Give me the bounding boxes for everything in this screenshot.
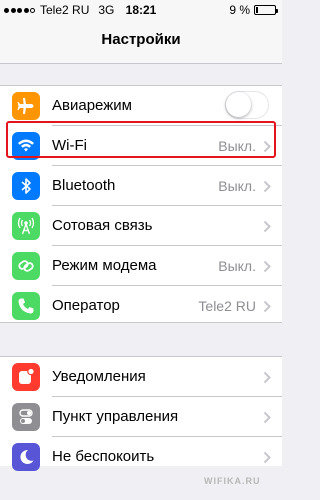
chevron-right-icon xyxy=(263,411,271,424)
settings-row-value: Tele2 RU xyxy=(198,298,256,314)
toggles-icon xyxy=(12,403,40,431)
settings-group-system: Уведомления Пункт управления Не беспокои… xyxy=(0,356,282,471)
battery-percentage: 9 % xyxy=(229,3,250,17)
page-title: Настройки xyxy=(101,31,181,48)
watermark: WIFIKA.RU xyxy=(204,476,261,486)
settings-row-wifi[interactable]: Wi-Fi Выкл. xyxy=(0,126,282,166)
antenna-icon xyxy=(12,212,40,240)
settings-row-operator[interactable]: Оператор Tele2 RU xyxy=(0,286,282,326)
settings-row-cellular[interactable]: Сотовая связь xyxy=(0,206,282,246)
notifications-icon xyxy=(12,363,40,391)
settings-group-connectivity: Авиарежим Wi-Fi Выкл. Bluetooth Выкл. Со… xyxy=(0,85,282,323)
chevron-right-icon xyxy=(263,371,271,384)
airplane-icon xyxy=(12,92,40,120)
settings-row-label: Режим модема xyxy=(52,257,157,274)
wifi-icon xyxy=(12,132,40,160)
moon-icon xyxy=(12,443,40,471)
settings-row-label: Пункт управления xyxy=(52,408,179,425)
chevron-right-icon xyxy=(263,140,271,153)
chain-icon xyxy=(12,252,40,280)
settings-row-label: Уведомления xyxy=(52,368,146,385)
settings-row-airplane[interactable]: Авиарежим xyxy=(0,86,282,126)
settings-row-bluetooth[interactable]: Bluetooth Выкл. xyxy=(0,166,282,206)
airplane-mode-toggle[interactable] xyxy=(225,91,269,119)
settings-row-value: Выкл. xyxy=(218,178,256,194)
settings-row-notifications[interactable]: Уведомления xyxy=(0,357,282,397)
chevron-right-icon xyxy=(263,451,271,464)
chevron-right-icon xyxy=(263,220,271,233)
settings-row-label: Оператор xyxy=(52,297,120,314)
settings-row-value: Выкл. xyxy=(218,258,256,274)
status-bar: Tele2 RU 3G 18:21 9 % xyxy=(0,0,282,20)
settings-row-label: Bluetooth xyxy=(52,177,116,194)
chevron-right-icon xyxy=(263,180,271,193)
carrier-name: Tele2 RU xyxy=(40,3,90,17)
settings-row-hotspot[interactable]: Режим модема Выкл. xyxy=(0,246,282,286)
settings-row-do-not-disturb[interactable]: Не беспокоить xyxy=(0,437,282,477)
battery-icon xyxy=(254,5,278,15)
settings-row-value: Выкл. xyxy=(218,138,256,154)
settings-row-label: Не беспокоить xyxy=(52,448,155,465)
bluetooth-icon xyxy=(12,172,40,200)
signal-strength-icon xyxy=(4,7,35,13)
settings-row-label: Сотовая связь xyxy=(52,217,153,234)
phone-icon xyxy=(12,292,40,320)
navigation-bar: Настройки xyxy=(0,20,282,64)
network-type: 3G xyxy=(98,3,115,17)
chevron-right-icon xyxy=(263,300,271,313)
settings-row-label: Wi-Fi xyxy=(52,137,87,154)
settings-row-label: Авиарежим xyxy=(52,97,132,114)
settings-row-control-center[interactable]: Пункт управления xyxy=(0,397,282,437)
chevron-right-icon xyxy=(263,260,271,273)
